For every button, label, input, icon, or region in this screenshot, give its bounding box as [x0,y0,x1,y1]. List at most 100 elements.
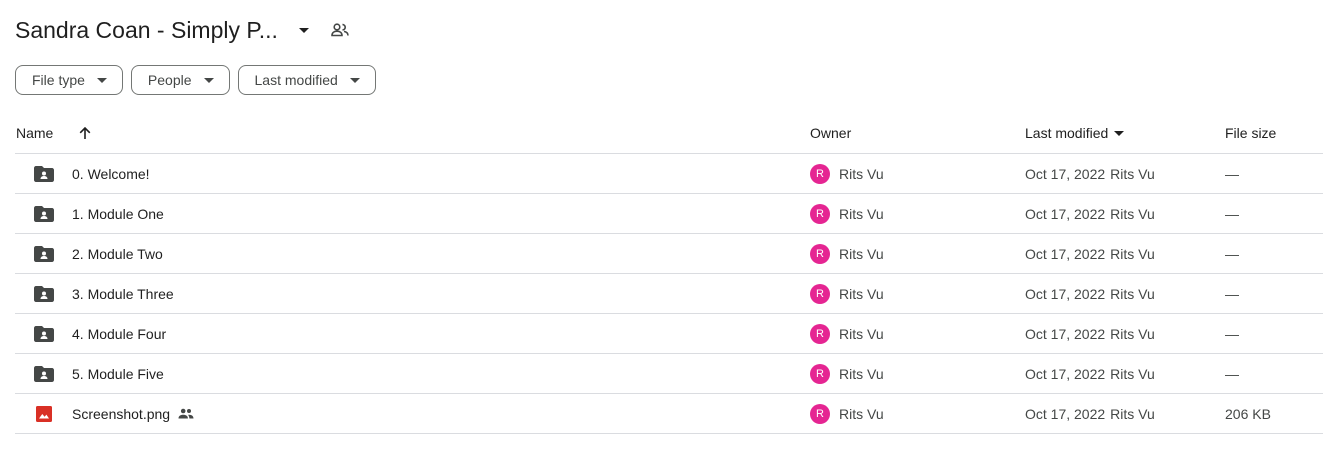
file-name: Screenshot.png [72,405,171,422]
modified-by: Rits Vu [1110,405,1155,422]
file-name-cell[interactable]: 1. Module One [72,194,164,233]
modified-by: Rits Vu [1110,165,1155,182]
owner-name: Rits Vu [839,205,884,222]
avatar: R [810,283,830,304]
modified-date: Oct 17, 2022 [1025,165,1106,182]
table-header: Name Owner Last modified File size [15,113,1323,154]
image-file-icon [34,394,54,433]
filter-chips: File type People Last modified [15,65,376,95]
file-name-cell[interactable]: 4. Module Four [72,314,166,353]
avatar: R [810,163,830,184]
filter-last-modified-button[interactable]: Last modified [237,65,376,95]
modified-date: Oct 17, 2022 [1025,405,1106,422]
avatar: R [810,323,830,344]
table-row[interactable]: 2. Module Two R Rits Vu Oct 17, 2022 Rits Vu… [15,234,1323,274]
modified-date: Oct 17, 2022 [1025,205,1106,222]
modified-by: Rits Vu [1110,205,1155,222]
modified-date: Oct 17, 2022 [1025,325,1106,342]
table-row[interactable]: 5. Module Five R Rits Vu Oct 17, 2022 Rits V… [15,354,1323,394]
modified-by: Rits Vu [1110,285,1155,302]
table-row[interactable]: 4. Module Four R Rits Vu Oct 17, 2022 Rits V… [15,314,1323,354]
caret-down-icon [349,75,360,85]
owner-name: Rits Vu [839,245,884,262]
owner-cell: R Rits Vu [810,194,884,233]
column-header-label: Last modified [1025,125,1109,141]
last-modified-cell: Oct 17, 2022 Rits Vu [1025,314,1155,353]
last-modified-cell: Oct 17, 2022 Rits Vu [1025,234,1155,273]
caret-down-icon [203,75,214,85]
arrow-up-icon[interactable] [75,113,95,153]
filter-label: Last modified [254,72,338,88]
column-header-last-modified[interactable]: Last modified [1025,113,1125,153]
table-row[interactable]: 3. Module Three R Rits Vu Oct 17, 2022 Rits … [15,274,1323,314]
caret-down-icon [96,75,107,85]
owner-cell: R Rits Vu [810,274,884,313]
shared-folder-icon [34,194,54,233]
shared-folder-icon [34,274,54,313]
caret-down-icon[interactable] [292,18,316,42]
owner-cell: R Rits Vu [810,154,884,193]
file-size: — [1225,285,1239,302]
last-modified-cell: Oct 17, 2022 Rits Vu [1025,394,1155,433]
table-row[interactable]: 0. Welcome! R Rits Vu Oct 17, 2022 Rits Vu — [15,154,1323,194]
shared-folder-icon [34,314,54,353]
avatar: R [810,363,830,384]
caret-down-icon [1114,130,1125,136]
file-name: 0. Welcome! [72,165,150,182]
owner-name: Rits Vu [839,165,884,182]
file-size: — [1225,165,1239,182]
last-modified-cell: Oct 17, 2022 Rits Vu [1025,274,1155,313]
avatar: R [810,243,830,264]
file-list: Name Owner Last modified File size 0. We… [15,113,1323,434]
file-size: 206 KB [1225,405,1271,422]
file-name: 2. Module Two [72,245,163,262]
owner-cell: R Rits Vu [810,354,884,393]
shared-folder-icon [34,354,54,393]
folder-title[interactable]: Sandra Coan - Simply P... [15,17,278,44]
modified-date: Oct 17, 2022 [1025,285,1106,302]
table-row[interactable]: Screenshot.png R Rits Vu Oct 17, 2022 Rits V… [15,394,1323,434]
shared-folder-icon [34,154,54,193]
shared-icon [178,408,194,419]
column-header-owner: Owner [810,125,852,141]
owner-cell: R Rits Vu [810,234,884,273]
file-name: 5. Module Five [72,365,164,382]
last-modified-cell: Oct 17, 2022 Rits Vu [1025,194,1155,233]
last-modified-cell: Oct 17, 2022 Rits Vu [1025,354,1155,393]
owner-name: Rits Vu [839,365,884,382]
modified-by: Rits Vu [1110,325,1155,342]
file-name: 4. Module Four [72,325,167,342]
file-name-cell[interactable]: 2. Module Two [72,234,163,273]
last-modified-cell: Oct 17, 2022 Rits Vu [1025,154,1155,193]
people-outline-icon[interactable] [328,18,352,42]
owner-name: Rits Vu [839,405,884,422]
filter-label: People [147,72,192,88]
shared-folder-icon [34,234,54,273]
modified-by: Rits Vu [1110,365,1155,382]
file-size: — [1225,365,1239,382]
file-name: 3. Module Three [72,285,174,302]
modified-date: Oct 17, 2022 [1025,365,1106,382]
modified-date: Oct 17, 2022 [1025,245,1106,262]
folder-header: Sandra Coan - Simply P... [15,12,352,48]
owner-cell: R Rits Vu [810,314,884,353]
owner-cell: R Rits Vu [810,394,884,433]
file-name-cell[interactable]: Screenshot.png [72,394,194,433]
owner-name: Rits Vu [839,285,884,302]
owner-name: Rits Vu [839,325,884,342]
file-size: — [1225,245,1239,262]
table-body: 0. Welcome! R Rits Vu Oct 17, 2022 Rits Vu —1… [15,154,1323,434]
file-size: — [1225,325,1239,342]
file-name-cell[interactable]: 5. Module Five [72,354,164,393]
filter-people-button[interactable]: People [130,65,230,95]
table-row[interactable]: 1. Module One R Rits Vu Oct 17, 2022 Rits Vu… [15,194,1323,234]
file-name-cell[interactable]: 3. Module Three [72,274,174,313]
column-header-name[interactable]: Name [16,113,53,153]
file-name-cell[interactable]: 0. Welcome! [72,154,150,193]
column-header-file-size: File size [1225,125,1277,141]
modified-by: Rits Vu [1110,245,1155,262]
file-size: — [1225,205,1239,222]
avatar: R [810,403,830,424]
filter-file-type-button[interactable]: File type [15,65,123,95]
avatar: R [810,203,830,224]
